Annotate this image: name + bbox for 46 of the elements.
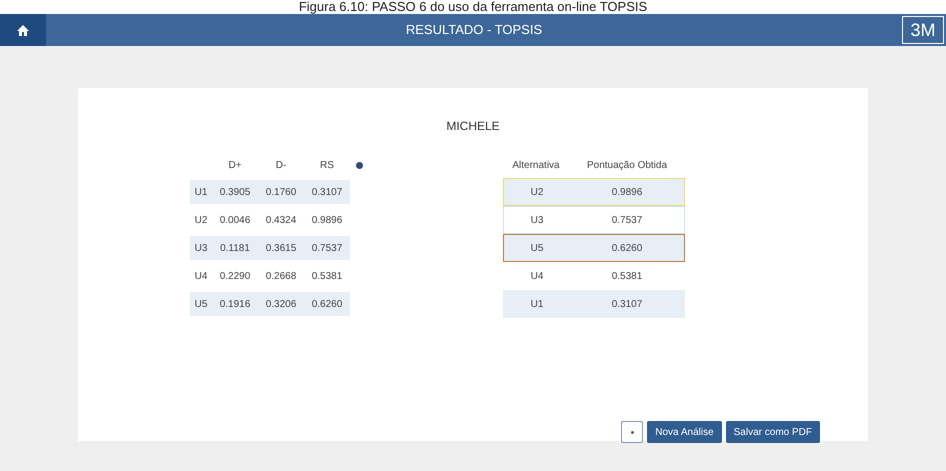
table-cell: 0.1181	[212, 236, 258, 260]
table-cell-text: 0.2290	[218, 270, 252, 284]
page-title: RESULTADO - TOPSIS	[404, 21, 544, 40]
column-header: D-	[274, 158, 288, 172]
table-cell-text: U4	[530, 270, 544, 284]
table-cell: 0.3107	[304, 180, 350, 204]
row-label: U2	[194, 214, 208, 228]
home-icon	[17, 24, 29, 36]
column-header: D+	[227, 158, 243, 172]
column-header: Pontuação Obtida	[586, 158, 668, 172]
table-cell: 0.3615	[258, 236, 304, 260]
table-cell-text: U1	[530, 298, 544, 312]
table-cell: 0.1760	[258, 180, 304, 204]
table-cell-text: 0.6260	[610, 242, 644, 256]
table-cell-text: 0.9896	[610, 186, 644, 200]
save-pdf-button[interactable]: Salvar como PDF	[726, 421, 820, 443]
row-label: U4	[194, 270, 208, 284]
table-cell-text: 0.4324	[264, 214, 298, 228]
table-cell-text: U5	[530, 242, 544, 256]
person-name: MICHELE	[446, 119, 500, 133]
dot-icon	[630, 430, 634, 434]
table-cell-text: 0.5381	[610, 270, 644, 284]
table-cell: 0.3905	[212, 180, 258, 204]
table-cell-text: 0.0046	[218, 214, 252, 228]
row-label: U1	[190, 180, 212, 204]
table-cell-text: 0.3107	[610, 298, 644, 312]
table-cell-text: 0.2668	[264, 270, 298, 284]
column-header: Alternativa	[511, 158, 561, 172]
table-cell: 0.6260	[304, 292, 350, 316]
logo: 3M	[902, 16, 944, 44]
table-cell-text: 0.7537	[610, 214, 644, 228]
info-icon	[356, 162, 363, 168]
table-cell-text: U3	[530, 214, 544, 228]
figure-caption: Figura 6.10: PASSO 6 do uso da ferramenta on-line TOPSIS	[298, 0, 648, 14]
row-label: U5	[190, 292, 212, 316]
table-cell-text: U2	[530, 186, 544, 200]
table-cell: 0.1916	[212, 292, 258, 316]
home-button[interactable]	[0, 14, 46, 46]
table-cell-text: 0.9896	[310, 214, 344, 228]
table-cell-text: 0.5381	[310, 270, 344, 284]
table-cell: 0.7537	[304, 236, 350, 260]
new-analysis-button[interactable]: Nova Análise	[647, 421, 722, 443]
column-header: RS	[319, 158, 335, 172]
row-label: U3	[190, 236, 212, 260]
table-cell: 0.3206	[258, 292, 304, 316]
small-button[interactable]	[621, 421, 644, 443]
